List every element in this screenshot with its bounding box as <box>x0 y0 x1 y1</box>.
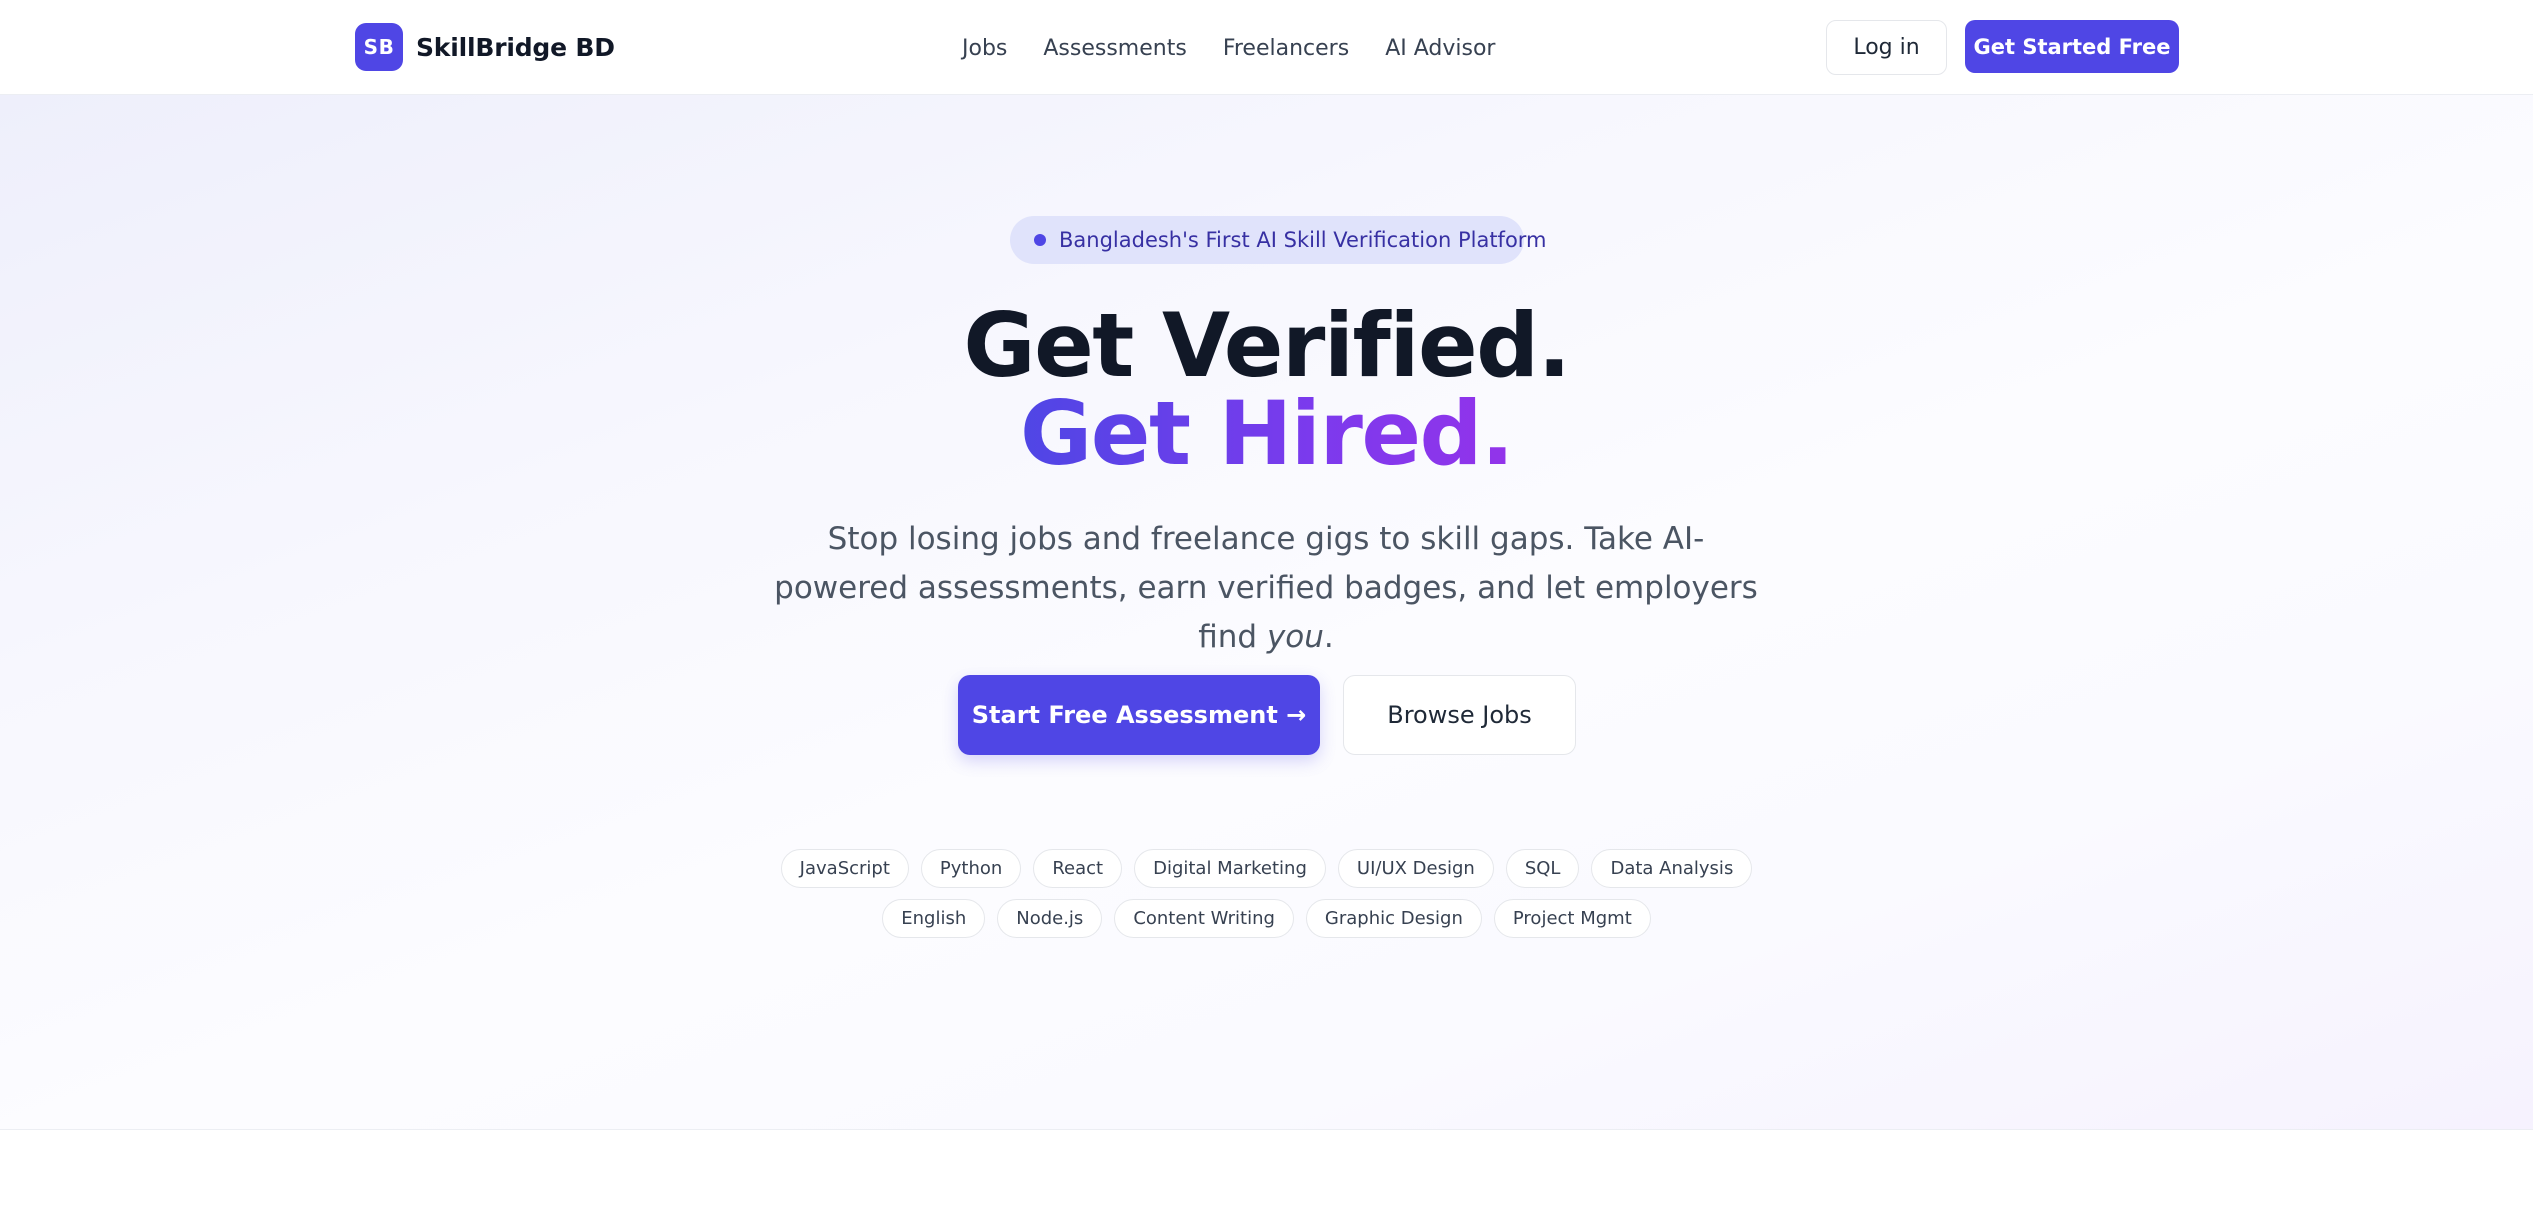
top-navigation-bar: SB SkillBridge BD Jobs Assessments Freel… <box>0 0 2533 95</box>
start-assessment-button[interactable]: Start Free Assessment → <box>958 675 1320 755</box>
skill-chip-python[interactable]: Python <box>920 849 1022 888</box>
badge-dot-icon <box>1034 234 1046 246</box>
skill-chip-ui-ux-design[interactable]: UI/UX Design <box>1337 849 1494 888</box>
brand-logo-link[interactable]: SB SkillBridge BD <box>355 23 615 71</box>
skill-chip-content-writing[interactable]: Content Writing <box>1114 899 1294 938</box>
skill-chips-row-1: JavaScript Python React Digital Marketin… <box>0 849 2533 888</box>
skill-chip-nodejs[interactable]: Node.js <box>997 899 1103 938</box>
badge-text: Bangladesh's First AI Skill Verification… <box>1059 228 1547 252</box>
skill-chip-english[interactable]: English <box>882 899 986 938</box>
platform-badge: Bangladesh's First AI Skill Verification… <box>1010 216 1547 264</box>
skill-chip-sql[interactable]: SQL <box>1505 849 1580 888</box>
main-nav: Jobs Assessments Freelancers AI Advisor <box>962 30 1531 66</box>
skill-chip-graphic-design[interactable]: Graphic Design <box>1305 899 1482 938</box>
subtitle-emphasis: you <box>1266 619 1324 655</box>
nav-link-ai-advisor[interactable]: AI Advisor <box>1385 36 1495 61</box>
browse-jobs-button[interactable]: Browse Jobs <box>1343 675 1576 755</box>
hero-title-gradient-text: Get Hired. <box>1020 382 1514 485</box>
nav-link-jobs[interactable]: Jobs <box>962 36 1007 61</box>
nav-link-assessments[interactable]: Assessments <box>1043 36 1186 61</box>
logo-mark: SB <box>355 23 403 71</box>
skill-chip-javascript[interactable]: JavaScript <box>780 849 909 888</box>
hero-subtitle: Stop losing jobs and freelance gigs to s… <box>766 515 1766 662</box>
skill-chip-digital-marketing[interactable]: Digital Marketing <box>1134 849 1326 888</box>
get-started-button[interactable]: Get Started Free <box>1965 20 2179 73</box>
skill-chips-row-2: English Node.js Content Writing Graphic … <box>0 899 2533 938</box>
hero-section: Bangladesh's First AI Skill Verification… <box>0 95 2533 1130</box>
skill-chip-project-mgmt[interactable]: Project Mgmt <box>1493 899 1651 938</box>
hero-title-line-2: Get Hired. <box>0 381 2533 487</box>
subtitle-end: . <box>1323 619 1334 655</box>
skill-chip-react[interactable]: React <box>1033 849 1123 888</box>
login-button[interactable]: Log in <box>1826 20 1947 75</box>
brand-name: SkillBridge BD <box>416 32 615 62</box>
nav-link-freelancers[interactable]: Freelancers <box>1223 36 1349 61</box>
skill-chip-data-analysis[interactable]: Data Analysis <box>1591 849 1753 888</box>
